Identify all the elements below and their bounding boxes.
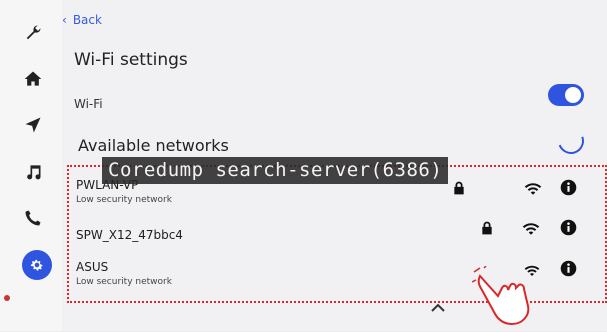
gear-glyph <box>30 259 43 271</box>
available-networks-heading: Available networks <box>78 136 229 155</box>
info-icon[interactable] <box>560 260 577 277</box>
wifi-signal-icon <box>524 180 542 196</box>
page-title: Wi-Fi settings <box>74 50 188 70</box>
network-name: SPW_X12_47bbc4 <box>76 228 183 242</box>
navigation-glyph <box>25 117 41 133</box>
wifi-toggle[interactable] <box>548 84 584 106</box>
chevron-left-icon: ‹ <box>62 13 67 27</box>
info-glyph <box>560 260 577 277</box>
phone-glyph <box>25 210 41 226</box>
music-glyph <box>27 165 41 180</box>
music-icon[interactable] <box>16 155 50 189</box>
tap-hand-icon <box>471 265 540 328</box>
scroll-indicator-dot <box>4 295 10 301</box>
home-glyph <box>24 71 42 86</box>
lock-glyph <box>454 181 464 195</box>
info-icon[interactable] <box>560 179 577 196</box>
back-label: Back <box>72 13 102 27</box>
chevron-up-glyph <box>431 303 445 312</box>
left-nav-rail <box>0 0 63 331</box>
network-subtitle: Low security network <box>76 277 172 287</box>
network-item[interactable]: ASUS Low security network <box>76 260 172 287</box>
info-glyph <box>560 219 577 236</box>
network-subtitle: Low security network <box>76 195 172 205</box>
overlay-banner: Coredump search-server(6386) <box>102 157 449 184</box>
wifi-signal-icon <box>522 220 540 236</box>
network-name: ASUS <box>76 260 109 274</box>
scanning-spinner <box>553 123 589 159</box>
lock-icon <box>480 220 494 236</box>
phone-icon[interactable] <box>16 201 50 235</box>
lock-glyph <box>482 221 492 235</box>
wifi-signal-glyph <box>524 183 542 195</box>
wifi-signal-glyph <box>522 223 540 235</box>
back-button[interactable]: ‹ Back <box>62 13 102 27</box>
settings-gear-icon[interactable] <box>22 250 52 280</box>
settings-content: ‹ Back Wi-Fi settings Wi-Fi Available ne… <box>62 0 607 331</box>
navigation-icon[interactable] <box>16 108 50 142</box>
info-icon[interactable] <box>560 219 577 236</box>
wrench-glyph <box>26 25 41 40</box>
wifi-toggle-label: Wi-Fi <box>74 97 103 111</box>
lock-icon <box>452 180 466 196</box>
tap-hand-glyph <box>471 265 530 326</box>
wrench-icon[interactable] <box>16 16 50 50</box>
info-glyph <box>560 179 577 196</box>
home-icon[interactable] <box>16 62 50 96</box>
chevron-up-icon[interactable] <box>431 298 445 312</box>
network-item[interactable]: SPW_X12_47bbc4 <box>76 228 183 242</box>
